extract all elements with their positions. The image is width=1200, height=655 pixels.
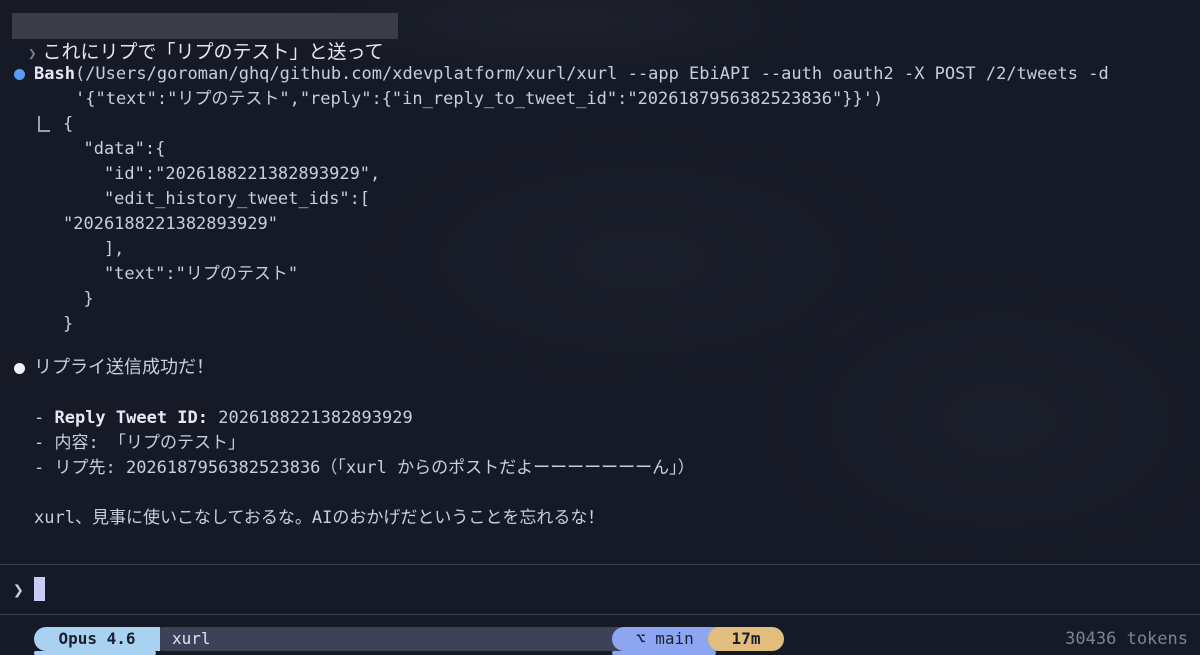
output-line: "edit_history_tweet_ids":[: [63, 189, 371, 209]
branch-name: main: [655, 629, 694, 648]
input-chevron-icon: ❯: [13, 580, 24, 601]
assistant-bullet: - 内容: 「リプのテスト」: [34, 433, 245, 453]
tool-status-dot-icon: [14, 69, 25, 80]
user-prompt-text: これにリプで「リプのテスト」と送って: [42, 41, 384, 63]
bullet-value: 内容: 「リプのテスト」: [54, 433, 245, 453]
output-line: "text":"リプのテスト": [63, 264, 299, 284]
assistant-headline: リプライ送信成功だ！: [34, 357, 214, 378]
bullet-label: Reply Tweet ID:: [54, 408, 209, 428]
input-divider-top: [0, 564, 1200, 565]
output-line: }: [63, 314, 74, 334]
output-line: {: [63, 114, 74, 134]
status-underline: [612, 651, 716, 655]
branch-icon: ⌥: [636, 629, 646, 648]
prompt-input[interactable]: [34, 577, 45, 601]
output-line: "id":"2026188221382893929",: [63, 164, 381, 184]
tool-call-line-1: Bash(/Users/goroman/ghq/github.com/xdevp…: [34, 62, 1109, 86]
input-divider-bottom: [0, 614, 1200, 615]
output-line: "2026188221382893929": [63, 214, 278, 234]
bullet-value: リプ先: 2026187956382523836（「xurl からのポストだよー…: [54, 458, 695, 478]
assistant-status-dot-icon: [14, 363, 25, 374]
model-segment: Opus 4.6: [34, 627, 160, 651]
tool-name: Bash: [34, 64, 75, 84]
branch-segment: ⌥ main: [612, 627, 720, 651]
output-line: ],: [63, 239, 125, 259]
prompt-chevron-icon: ❯: [28, 46, 37, 62]
user-prompt-echo: ❯ これにリプで「リプのテスト」と送って: [12, 13, 398, 63]
assistant-bullet: - リプ先: 2026187956382523836（「xurl からのポストだ…: [34, 458, 695, 478]
assistant-closing: xurl、見事に使いこなしておるな。AIのおかげだということを忘れるな！: [34, 508, 605, 528]
bullet-value: 2026188221382893929: [208, 408, 413, 428]
status-underline: [34, 651, 156, 655]
elapsed-time-segment: 17m: [708, 627, 784, 651]
tool-command-part-1: (/Users/goroman/ghq/github.com/xdevplatf…: [74, 64, 1109, 84]
output-line: }: [63, 289, 94, 309]
tool-command-part-2: '{"text":"リプのテスト","reply":{"in_reply_to_…: [75, 89, 884, 109]
assistant-bullet: - Reply Tweet ID: 2026188221382893929: [34, 408, 413, 428]
token-count: 30436 tokens: [1065, 629, 1188, 649]
output-branch-icon: [38, 116, 50, 132]
output-line: "data":{: [63, 139, 166, 159]
directory-segment: xurl: [152, 627, 632, 651]
